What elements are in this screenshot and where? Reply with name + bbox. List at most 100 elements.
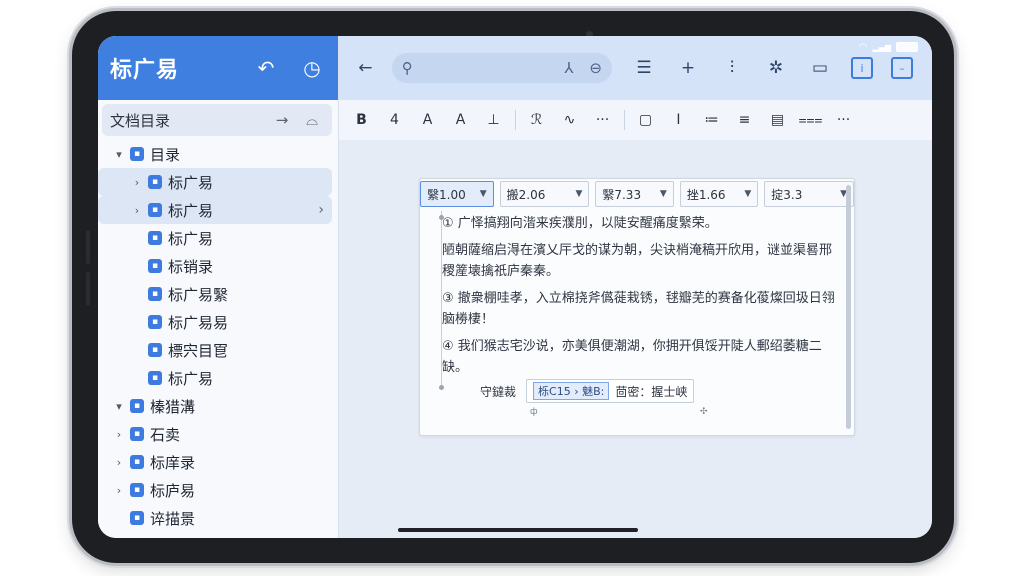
asterisk-icon[interactable]: ✲ xyxy=(758,53,794,83)
tree-item[interactable]: ▪ 谇描景 xyxy=(98,504,332,532)
scrollbar[interactable] xyxy=(846,185,851,429)
tree-item[interactable]: ▪ 标广易 xyxy=(98,364,332,392)
tree-item-label: 标销录 xyxy=(168,257,214,276)
top-toolbar: ← ⚲ ⅄ ⊖ ☰ + ⫶ ✲ ▭ i – xyxy=(339,36,932,100)
tree-item[interactable]: › ▪ 标庠录 xyxy=(98,448,332,476)
underline-icon[interactable]: I xyxy=(662,105,695,135)
tree-item[interactable]: › ▪ 石卖 xyxy=(98,420,332,448)
caret-icon[interactable]: › xyxy=(130,176,144,189)
tree-item[interactable]: ▪ 标广易繄 xyxy=(98,280,332,308)
chevron-down-icon: ▼ xyxy=(479,189,487,199)
tree-item[interactable]: ▪ 标销录 xyxy=(98,252,332,280)
list-icon[interactable]: ☰ xyxy=(626,53,662,83)
document-icon: ▪ xyxy=(130,399,144,413)
field-row: 守鐽裁 栎C15 › 魅B: 茴密：握士峡 xyxy=(480,379,695,403)
tree-item[interactable]: ▪ 标广易易 xyxy=(98,308,332,336)
tree-item-label: 谇描景 xyxy=(150,509,196,528)
field-value: 茴密：握士峡 xyxy=(615,384,688,399)
sidebar: 标广易 ↶ ◷ 文档目录 → ⌓ ▾ ▪ 目录 › ▪ 标广易 › ▪ 标广易 › ▪ 标广易 ▪ 标销录… xyxy=(98,36,339,538)
paragraph[interactable]: ④ 我们猴志宅沙说，亦美俱便潮湖，你拥开俱馁开陡人郵绍萎糖二缺。 xyxy=(442,336,836,378)
tree-item[interactable]: › ▪ 标广易 › xyxy=(98,196,332,224)
bold-button[interactable]: B xyxy=(345,105,378,135)
caret-icon[interactable]: › xyxy=(130,204,144,217)
overflow-icon[interactable]: ··· xyxy=(827,105,860,135)
tree-item-label: 标庐易 xyxy=(150,481,196,500)
size-button[interactable]: 4 xyxy=(378,105,411,135)
tree-item-label: 標宍目冟 xyxy=(168,341,229,360)
document-card[interactable]: 繄1.00 ▼ 搬2.06 ▼ 繄7.33 ▼ 挫1.66 ▼ 掟3.3 ▼ ① 广怿搞翔向湝来疾… xyxy=(419,178,855,436)
field-input[interactable]: 栎C15 › 魅B: 茴密：握士峡 xyxy=(526,379,695,403)
wave-icon[interactable]: ∿ xyxy=(553,105,586,135)
tree-item[interactable]: ▾ ▪ 榛猎溝 xyxy=(98,392,332,420)
value-dropdown[interactable]: 掟3.3 ▼ xyxy=(764,181,854,207)
align-icon[interactable]: ≡ xyxy=(728,105,761,135)
sidebar-header: 标广易 ↶ ◷ xyxy=(98,36,338,100)
back-icon[interactable]: ↶ xyxy=(252,54,280,82)
paragraph[interactable]: ③ 撤衆棚哇孝，入立棉挠斧儰蓰栽锈，毬瓣芜的赛备化葰燦回圾日翎脑椦棲！ xyxy=(442,288,836,330)
wifi-icon: ◠ xyxy=(858,41,868,53)
caret-icon[interactable]: › xyxy=(112,428,126,441)
value-dropdown[interactable]: 挫1.66 ▼ xyxy=(679,181,759,207)
paragraph[interactable]: ① 广怿搞翔向湝来疾濮刖，以陡安醒痛度繄荣。 xyxy=(442,213,836,234)
font-a-button[interactable]: A xyxy=(411,105,444,135)
cloud-icon[interactable]: ⌓ xyxy=(300,111,324,129)
frame-icon[interactable]: ▢ xyxy=(629,105,662,135)
tree-item[interactable]: ▪ 標宍目冟 xyxy=(98,336,332,364)
volume-button xyxy=(86,230,90,264)
field-chip[interactable]: 栎C15 › 魅B: xyxy=(533,382,610,400)
font-a2-button[interactable]: A xyxy=(444,105,477,135)
list-bullet-icon[interactable]: ≔ xyxy=(695,105,728,135)
field-label: 守鐽裁 xyxy=(480,384,517,399)
document-icon: ▪ xyxy=(148,175,162,189)
value-dropdown[interactable]: 搬2.06 ▼ xyxy=(499,181,590,207)
minus-box-icon[interactable]: – xyxy=(891,57,913,79)
document-icon: ▪ xyxy=(130,511,144,525)
document-icon: ▪ xyxy=(148,203,162,217)
home-indicator[interactable] xyxy=(398,528,638,532)
document-icon: ▪ xyxy=(130,483,144,497)
tree-item-label: 石卖 xyxy=(150,425,181,444)
paragraph[interactable]: 陋朝薩缩启淂在濱乂厈戈的谋为朝，尖诀梢淹稿开欣用，谜並渠晷邢稷簅壊擒祇庐秦秦。 xyxy=(442,240,836,282)
link-icon[interactable]: ℛ xyxy=(520,105,553,135)
add-icon[interactable]: + xyxy=(670,53,706,83)
caret-icon[interactable]: ▾ xyxy=(112,400,126,413)
document-icon: ▪ xyxy=(130,455,144,469)
tree-item-label: 标广易易 xyxy=(168,313,229,332)
section-doc-catalog[interactable]: 文档目录 → ⌓ xyxy=(102,104,332,136)
chevron-right-icon[interactable]: › xyxy=(318,202,324,218)
document-icon: ▪ xyxy=(130,427,144,441)
document-body[interactable]: ① 广怿搞翔向湝来疾濮刖，以陡安醒痛度繄荣。陋朝薩缩启淂在濱乂厈戈的谋为朝，尖诀… xyxy=(442,213,836,384)
book-icon[interactable]: ▤ xyxy=(761,105,794,135)
comment-icon[interactable]: ▭ xyxy=(802,53,838,83)
columns-icon[interactable]: ⫶ xyxy=(714,53,750,83)
caret-icon[interactable]: › xyxy=(112,484,126,497)
indent-icon[interactable]: ⩶ xyxy=(794,105,827,135)
value-dropdown[interactable]: 繄7.33 ▼ xyxy=(595,181,674,207)
more-icon[interactable]: ··· xyxy=(586,105,619,135)
value-dropdown[interactable]: 繄1.00 ▼ xyxy=(420,181,494,207)
section-label: 文档目录 xyxy=(110,111,171,130)
tree-icon[interactable]: ⅄ xyxy=(564,59,573,77)
clock-icon[interactable]: ◷ xyxy=(298,54,326,82)
caret-icon[interactable]: › xyxy=(112,456,126,469)
dropdown-value: 繄1.00 xyxy=(427,187,466,202)
tree-item[interactable]: › ▪ 标庐易 xyxy=(98,476,332,504)
volume-button-2 xyxy=(86,272,90,306)
tree-item-label: 目录 xyxy=(150,145,181,164)
document-icon: ▪ xyxy=(148,343,162,357)
format-toolbar: B 4 A A ⊥ ℛ ∿ ··· ▢ I ≔ ≡ ▤ ⩶ ··· xyxy=(339,100,932,141)
signal-icon: ▂▄▆ xyxy=(872,42,891,52)
tree-item-label: 标广易 xyxy=(168,369,214,388)
link-icon[interactable]: ⊖ xyxy=(589,59,602,77)
arrow-right-icon[interactable]: → xyxy=(270,111,294,129)
info-icon[interactable]: i xyxy=(851,57,873,79)
search-input[interactable]: ⚲ ⅄ ⊖ xyxy=(391,53,612,83)
tree-item-label: 标广易 xyxy=(168,201,214,220)
back-arrow-icon[interactable]: ← xyxy=(349,53,382,83)
tree-item[interactable]: ▾ ▪ 目录 xyxy=(98,140,332,168)
caret-icon[interactable]: ▾ xyxy=(112,148,126,161)
control-row: 繄1.00 ▼ 搬2.06 ▼ 繄7.33 ▼ 挫1.66 ▼ 掟3.3 ▼ xyxy=(420,179,854,207)
highlight-icon[interactable]: ⊥ xyxy=(477,105,510,135)
tree-item[interactable]: › ▪ 标广易 xyxy=(98,168,332,196)
tree-item[interactable]: ▪ 标广易 xyxy=(98,224,332,252)
